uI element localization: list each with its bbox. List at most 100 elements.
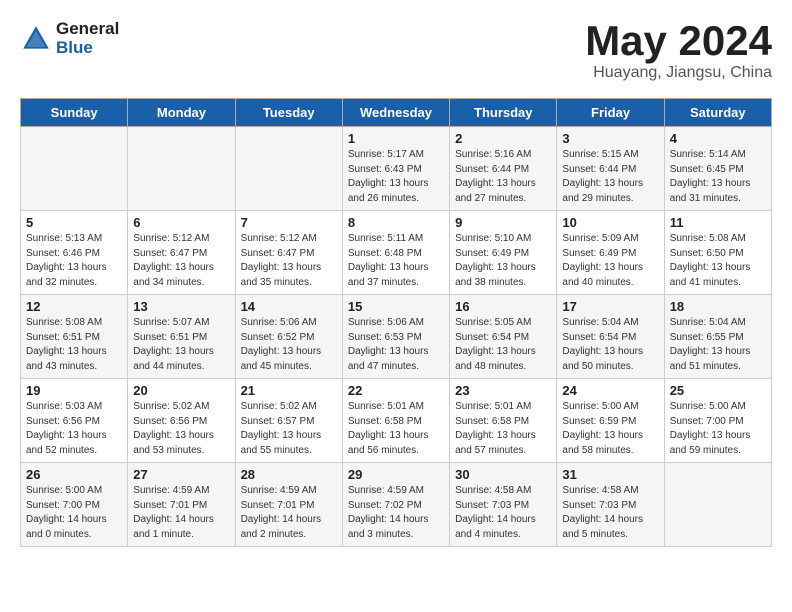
day-info: Sunrise: 5:13 AM Sunset: 6:46 PM Dayligh… <box>26 232 122 290</box>
calendar-cell: 3 Sunrise: 5:15 AM Sunset: 6:44 PM Daylig… <box>557 127 664 211</box>
day-info: Sunrise: 5:08 AM Sunset: 6:50 PM Dayligh… <box>670 232 766 290</box>
day-number: 4 <box>670 131 766 146</box>
calendar-cell: 13Sunrise: 5:07 AM Sunset: 6:51 PM Dayli… <box>128 295 235 379</box>
day-number: 16 <box>455 299 551 314</box>
day-number: 15 <box>348 299 444 314</box>
day-number: 7 <box>241 215 337 230</box>
logo-blue: Blue <box>56 39 119 58</box>
day-info: Sunrise: 5:11 AM Sunset: 6:48 PM Dayligh… <box>348 232 444 290</box>
day-info: Sunrise: 4:59 AM Sunset: 7:02 PM Dayligh… <box>348 484 444 542</box>
day-number: 1 <box>348 131 444 146</box>
calendar-cell: 31 Sunrise: 4:58 AM Sunset: 7:03 PM Dayli… <box>557 463 664 547</box>
calendar-cell: 25 Sunrise: 5:00 AM Sunset: 7:00 PM Dayli… <box>664 379 771 463</box>
day-number: 28 <box>241 467 337 482</box>
month-title: May 2024 <box>585 20 772 62</box>
day-number: 20 <box>133 383 229 398</box>
day-info: Sunrise: 5:02 AM Sunset: 6:56 PM Dayligh… <box>133 400 229 458</box>
header-day-tuesday: Tuesday <box>235 99 342 127</box>
week-row-2: 12 Sunrise: 5:08 AM Sunset: 6:51 PM Dayli… <box>21 295 772 379</box>
day-number: 29 <box>348 467 444 482</box>
day-info: Sunrise: 5:02 AM Sunset: 6:57 PM Dayligh… <box>241 400 337 458</box>
calendar-cell: 7 Sunrise: 5:12 AM Sunset: 6:47 PM Daylig… <box>235 211 342 295</box>
day-info: Sunrise: 5:00 AM Sunset: 7:00 PM Dayligh… <box>670 400 766 458</box>
calendar-cell: 12 Sunrise: 5:08 AM Sunset: 6:51 PM Dayli… <box>21 295 128 379</box>
day-number: 6 <box>133 215 229 230</box>
calendar-cell: 21 Sunrise: 5:02 AM Sunset: 6:57 PM Dayli… <box>235 379 342 463</box>
week-row-3: 19 Sunrise: 5:03 AM Sunset: 6:56 PM Dayli… <box>21 379 772 463</box>
header-day-wednesday: Wednesday <box>342 99 449 127</box>
calendar-body: 1 Sunrise: 5:17 AM Sunset: 6:43 PM Daylig… <box>21 127 772 547</box>
logo-icon <box>20 23 52 55</box>
calendar-cell: 15Sunrise: 5:06 AM Sunset: 6:53 PM Dayli… <box>342 295 449 379</box>
day-number: 11 <box>670 215 766 230</box>
header-row: SundayMondayTuesdayWednesdayThursdayFrid… <box>21 99 772 127</box>
day-info: Sunrise: 5:12 AM Sunset: 6:47 PM Dayligh… <box>133 232 229 290</box>
calendar-cell <box>235 127 342 211</box>
day-info: Sunrise: 5:01 AM Sunset: 6:58 PM Dayligh… <box>455 400 551 458</box>
header-day-monday: Monday <box>128 99 235 127</box>
week-row-0: 1 Sunrise: 5:17 AM Sunset: 6:43 PM Daylig… <box>21 127 772 211</box>
day-info: Sunrise: 4:58 AM Sunset: 7:03 PM Dayligh… <box>562 484 658 542</box>
calendar-cell: 9Sunrise: 5:10 AM Sunset: 6:49 PM Daylig… <box>450 211 557 295</box>
day-number: 31 <box>562 467 658 482</box>
day-info: Sunrise: 5:00 AM Sunset: 7:00 PM Dayligh… <box>26 484 122 542</box>
calendar-cell <box>664 463 771 547</box>
calendar-cell <box>21 127 128 211</box>
calendar-cell: 28 Sunrise: 4:59 AM Sunset: 7:01 PM Dayli… <box>235 463 342 547</box>
logo-text: General Blue <box>56 20 119 57</box>
day-info: Sunrise: 5:04 AM Sunset: 6:54 PM Dayligh… <box>562 316 658 374</box>
calendar-cell: 14 Sunrise: 5:06 AM Sunset: 6:52 PM Dayli… <box>235 295 342 379</box>
day-info: Sunrise: 5:00 AM Sunset: 6:59 PM Dayligh… <box>562 400 658 458</box>
day-info: Sunrise: 5:08 AM Sunset: 6:51 PM Dayligh… <box>26 316 122 374</box>
day-number: 27 <box>133 467 229 482</box>
day-info: Sunrise: 5:06 AM Sunset: 6:52 PM Dayligh… <box>241 316 337 374</box>
day-number: 17 <box>562 299 658 314</box>
day-info: Sunrise: 5:15 AM Sunset: 6:44 PM Dayligh… <box>562 148 658 206</box>
day-info: Sunrise: 5:14 AM Sunset: 6:45 PM Dayligh… <box>670 148 766 206</box>
day-number: 25 <box>670 383 766 398</box>
day-info: Sunrise: 5:12 AM Sunset: 6:47 PM Dayligh… <box>241 232 337 290</box>
day-number: 10 <box>562 215 658 230</box>
calendar-cell: 29 Sunrise: 4:59 AM Sunset: 7:02 PM Dayli… <box>342 463 449 547</box>
calendar-cell: 17 Sunrise: 5:04 AM Sunset: 6:54 PM Dayli… <box>557 295 664 379</box>
calendar-cell: 4 Sunrise: 5:14 AM Sunset: 6:45 PM Daylig… <box>664 127 771 211</box>
calendar-cell: 10Sunrise: 5:09 AM Sunset: 6:49 PM Dayli… <box>557 211 664 295</box>
day-info: Sunrise: 5:10 AM Sunset: 6:49 PM Dayligh… <box>455 232 551 290</box>
calendar-cell: 19 Sunrise: 5:03 AM Sunset: 6:56 PM Dayli… <box>21 379 128 463</box>
day-info: Sunrise: 5:04 AM Sunset: 6:55 PM Dayligh… <box>670 316 766 374</box>
day-number: 14 <box>241 299 337 314</box>
calendar-cell: 1 Sunrise: 5:17 AM Sunset: 6:43 PM Daylig… <box>342 127 449 211</box>
calendar-cell: 24 Sunrise: 5:00 AM Sunset: 6:59 PM Dayli… <box>557 379 664 463</box>
week-row-1: 5Sunrise: 5:13 AM Sunset: 6:46 PM Daylig… <box>21 211 772 295</box>
week-row-4: 26Sunrise: 5:00 AM Sunset: 7:00 PM Dayli… <box>21 463 772 547</box>
day-number: 3 <box>562 131 658 146</box>
header-day-saturday: Saturday <box>664 99 771 127</box>
calendar-cell: 5Sunrise: 5:13 AM Sunset: 6:46 PM Daylig… <box>21 211 128 295</box>
day-number: 22 <box>348 383 444 398</box>
day-info: Sunrise: 5:17 AM Sunset: 6:43 PM Dayligh… <box>348 148 444 206</box>
header-day-friday: Friday <box>557 99 664 127</box>
logo-general: General <box>56 20 119 39</box>
day-number: 19 <box>26 383 122 398</box>
day-number: 12 <box>26 299 122 314</box>
day-info: Sunrise: 5:07 AM Sunset: 6:51 PM Dayligh… <box>133 316 229 374</box>
day-number: 24 <box>562 383 658 398</box>
calendar-cell: 6 Sunrise: 5:12 AM Sunset: 6:47 PM Daylig… <box>128 211 235 295</box>
day-info: Sunrise: 4:59 AM Sunset: 7:01 PM Dayligh… <box>133 484 229 542</box>
day-info: Sunrise: 5:16 AM Sunset: 6:44 PM Dayligh… <box>455 148 551 206</box>
day-number: 2 <box>455 131 551 146</box>
header-day-thursday: Thursday <box>450 99 557 127</box>
day-number: 23 <box>455 383 551 398</box>
day-info: Sunrise: 4:59 AM Sunset: 7:01 PM Dayligh… <box>241 484 337 542</box>
day-info: Sunrise: 4:58 AM Sunset: 7:03 PM Dayligh… <box>455 484 551 542</box>
location: Huayang, Jiangsu, China <box>585 64 772 82</box>
header-day-sunday: Sunday <box>21 99 128 127</box>
day-number: 8 <box>348 215 444 230</box>
day-info: Sunrise: 5:03 AM Sunset: 6:56 PM Dayligh… <box>26 400 122 458</box>
day-info: Sunrise: 5:01 AM Sunset: 6:58 PM Dayligh… <box>348 400 444 458</box>
day-number: 21 <box>241 383 337 398</box>
day-info: Sunrise: 5:05 AM Sunset: 6:54 PM Dayligh… <box>455 316 551 374</box>
calendar-table: SundayMondayTuesdayWednesdayThursdayFrid… <box>20 98 772 547</box>
calendar-cell <box>128 127 235 211</box>
calendar-cell: 22 Sunrise: 5:01 AM Sunset: 6:58 PM Dayli… <box>342 379 449 463</box>
